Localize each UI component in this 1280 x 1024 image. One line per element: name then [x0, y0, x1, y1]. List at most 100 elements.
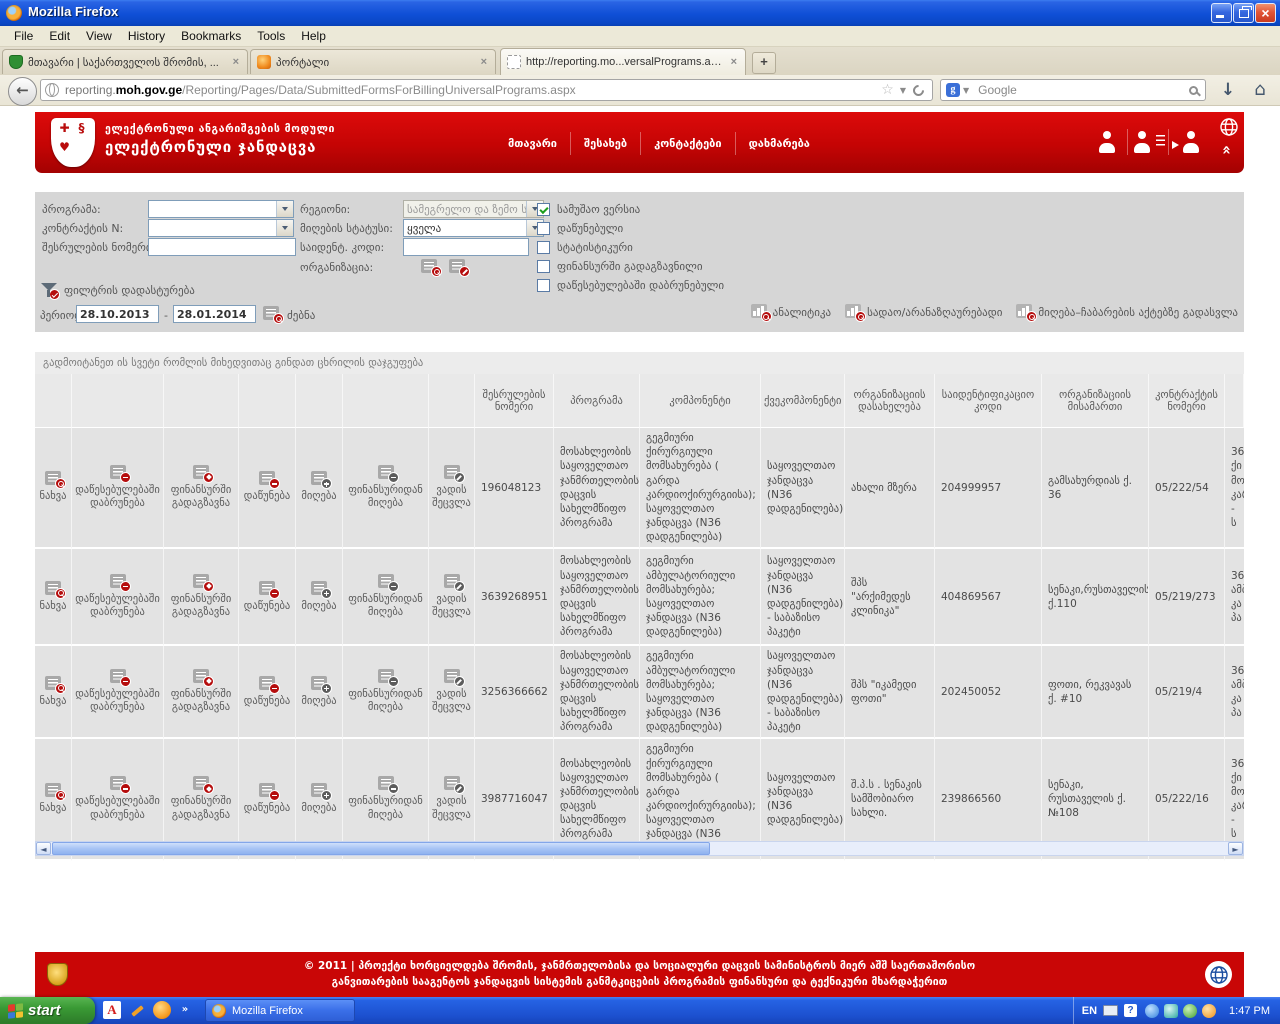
search-magnifier-icon[interactable] — [1189, 86, 1198, 95]
action-receive-from-financial[interactable]: ფინანსურიდან მიღება — [343, 428, 429, 549]
menu-item-help[interactable]: Help — [293, 27, 334, 45]
action-receive-from-financial[interactable]: ფინანსურიდან მიღება — [343, 549, 429, 646]
tab-close-icon[interactable]: × — [729, 56, 739, 68]
search-button[interactable] — [263, 305, 279, 324]
organization-search-button[interactable] — [421, 258, 437, 277]
chevron-down-icon[interactable] — [276, 201, 293, 217]
checkbox[interactable] — [537, 203, 550, 216]
confirm-filter-button[interactable]: ფილტრის დადასტურება — [40, 282, 195, 298]
google-engine-icon[interactable]: g — [946, 83, 960, 97]
menu-item-file[interactable]: File — [6, 27, 41, 45]
home-button[interactable]: ⌂ — [1248, 79, 1272, 102]
action-accept[interactable]: მიღება — [296, 646, 343, 739]
menu-item-view[interactable]: View — [78, 27, 120, 45]
site-nav-item-1[interactable]: შესახებ — [570, 132, 640, 155]
help-tray-icon[interactable]: ? — [1124, 1004, 1137, 1017]
menu-item-tools[interactable]: Tools — [249, 27, 293, 45]
column-header[interactable]: შესრულების ნომერი — [475, 374, 554, 428]
footer-globe-icon[interactable] — [1205, 961, 1232, 988]
pencil-quicklaunch-icon[interactable] — [128, 1001, 146, 1019]
bookmark-star-icon[interactable]: ☆ — [881, 82, 894, 98]
action-return-to-institution[interactable]: დაწესებულებაში დაბრუნება — [72, 428, 164, 549]
chevron-down-icon[interactable] — [276, 220, 293, 236]
action-reject[interactable]: დაწუნება — [239, 549, 296, 646]
tab-close-icon[interactable]: × — [479, 56, 489, 68]
status-select[interactable]: ყველა — [403, 219, 544, 237]
checkbox[interactable] — [537, 279, 550, 292]
user-login-icon[interactable] — [1168, 129, 1209, 155]
disputed-link[interactable]: სადაო/არანაზღაურებადი — [845, 304, 1002, 319]
acceptance-acts-link[interactable]: მიღება–ჩაბარების აქტებზე გადასვლა — [1016, 304, 1238, 319]
horizontal-scrollbar[interactable]: ◄ ► — [35, 841, 1244, 856]
close-button[interactable]: × — [1255, 3, 1276, 23]
firefox-task-button[interactable]: Mozilla Firefox — [205, 999, 355, 1022]
scrollbar-thumb[interactable] — [52, 842, 710, 855]
checkbox[interactable] — [537, 260, 550, 273]
action-receive-from-financial[interactable]: ფინანსურიდან მიღება — [343, 646, 429, 739]
collapse-chevrons-icon[interactable]: « — [1222, 145, 1232, 153]
ministry-logo[interactable]: ✚ § ♥ — [51, 118, 95, 167]
site-nav-item-0[interactable]: მთავარი — [495, 132, 570, 155]
checkbox[interactable] — [537, 241, 550, 254]
tab-close-icon[interactable]: × — [231, 56, 241, 68]
execution-number-input[interactable] — [148, 238, 296, 256]
start-button[interactable]: start — [0, 997, 95, 1024]
url-dropdown-icon[interactable]: ▼ — [900, 86, 906, 95]
back-button[interactable]: ← — [8, 77, 37, 106]
program-select[interactable] — [148, 200, 294, 218]
action-return-to-institution[interactable]: დაწესებულებაში დაბრუნება — [72, 549, 164, 646]
ident-code-input[interactable] — [403, 238, 529, 256]
action-send-to-financial[interactable]: ფინანსურში გადაგზავნა — [164, 549, 239, 646]
menu-item-edit[interactable]: Edit — [41, 27, 78, 45]
action-change-term[interactable]: ვადის შეცვლა — [429, 428, 475, 549]
restore-button[interactable] — [1233, 3, 1254, 23]
analytics-link[interactable]: ანალიტიკა — [751, 304, 831, 319]
tray-icon-3[interactable] — [1183, 1004, 1197, 1018]
column-header[interactable]: პროგრამა — [554, 374, 640, 428]
action-view[interactable]: ნახვა — [35, 428, 72, 549]
action-change-term[interactable]: ვადის შეცვლა — [429, 549, 475, 646]
language-globe-icon[interactable] — [1219, 117, 1239, 141]
action-accept[interactable]: მიღება — [296, 549, 343, 646]
reload-icon[interactable] — [911, 82, 927, 98]
keyboard-icon[interactable] — [1103, 1005, 1118, 1016]
tray-icon-1[interactable] — [1145, 1004, 1159, 1018]
column-header[interactable]: კონტრაქტის ნომერი — [1149, 374, 1225, 428]
url-bar[interactable]: reporting.moh.gov.ge/Reporting/Pages/Dat… — [40, 79, 933, 101]
user-list-icon[interactable] — [1127, 129, 1168, 155]
column-header[interactable]: ორგანიზაციის მისამართი — [1042, 374, 1149, 428]
column-header[interactable]: ქვეკომპონენტი — [761, 374, 845, 428]
action-view[interactable]: ნახვა — [35, 549, 72, 646]
new-tab-button[interactable]: + — [752, 52, 776, 74]
contract-select[interactable] — [148, 219, 294, 237]
action-send-to-financial[interactable]: ფინანსურში გადაგზავნა — [164, 646, 239, 739]
search-bar[interactable]: g ▼ Google — [940, 79, 1206, 101]
quicklaunch-overflow-icon[interactable]: » — [176, 1001, 194, 1019]
organization-clear-button[interactable] — [449, 258, 465, 277]
engine-dropdown-icon[interactable]: ▼ — [963, 86, 969, 95]
menu-item-history[interactable]: History — [120, 27, 173, 45]
column-header[interactable]: საიდენტიფიკაციო კოდი — [935, 374, 1042, 428]
column-header[interactable]: კომპონენტი — [640, 374, 761, 428]
tab-portal[interactable]: პორტალი × — [250, 49, 496, 74]
site-nav-item-2[interactable]: კონტაქტები — [640, 132, 734, 155]
checkbox[interactable] — [537, 222, 550, 235]
language-indicator[interactable]: EN — [1082, 1005, 1097, 1017]
site-nav-item-3[interactable]: დახმარება — [735, 132, 823, 155]
action-send-to-financial[interactable]: ფინანსურში გადაგზავნა — [164, 428, 239, 549]
period-from-input[interactable] — [76, 305, 159, 323]
menu-item-bookmarks[interactable]: Bookmarks — [173, 27, 249, 45]
orange-ball-quicklaunch-icon[interactable] — [153, 1001, 171, 1019]
adobe-reader-icon[interactable]: A — [103, 1001, 121, 1019]
action-return-to-institution[interactable]: დაწესებულებაში დაბრუნება — [72, 646, 164, 739]
site-identity-globe-icon[interactable] — [45, 83, 59, 97]
tray-icon-4[interactable] — [1202, 1004, 1216, 1018]
scroll-left-arrow[interactable]: ◄ — [36, 842, 51, 855]
tab-home[interactable]: მთავარი | საქართველოს შრომის, ... × — [2, 49, 248, 74]
minimize-button[interactable] — [1211, 3, 1232, 23]
action-reject[interactable]: დაწუნება — [239, 646, 296, 739]
action-change-term[interactable]: ვადის შეცვლა — [429, 646, 475, 739]
tray-icon-2[interactable] — [1164, 1004, 1178, 1018]
action-reject[interactable]: დაწუნება — [239, 428, 296, 549]
profile-icon[interactable] — [1087, 129, 1127, 155]
